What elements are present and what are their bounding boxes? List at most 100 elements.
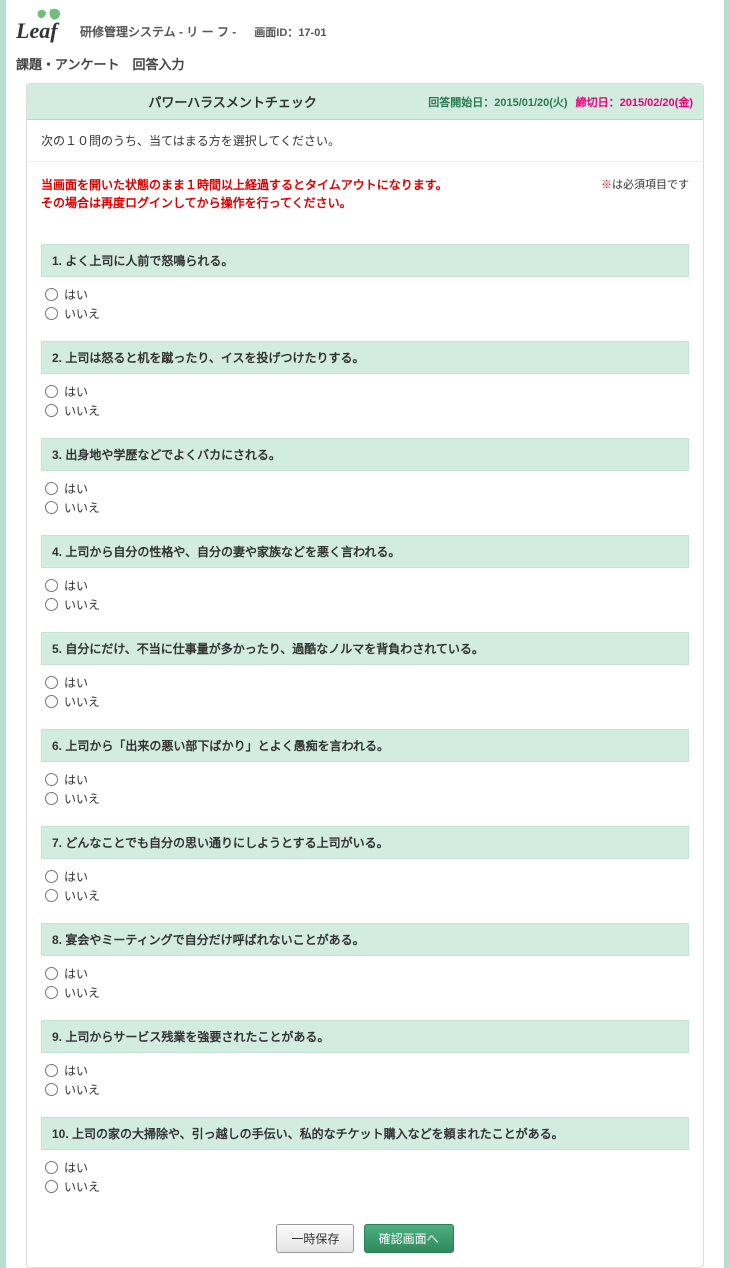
option-label-yes: はい bbox=[64, 1062, 88, 1079]
option-row: いいえ bbox=[45, 692, 685, 711]
header: Leaf 研修管理システム - リ ー フ - 画面ID：17-01 bbox=[6, 0, 724, 48]
question-options: はいいいえ bbox=[41, 374, 689, 420]
question-block: 5. 自分にだけ、不当に仕事量が多かったり、過酷なノルマを背負わされている。はい… bbox=[41, 632, 689, 711]
question-header: 8. 宴会やミーティングで自分だけ呼ばれないことがある。 bbox=[41, 923, 689, 956]
question-block: 3. 出身地や学歴などでよくバカにされる。はいいいえ bbox=[41, 438, 689, 517]
option-row: いいえ bbox=[45, 983, 685, 1002]
option-label-yes: はい bbox=[64, 1159, 88, 1176]
option-radio-yes[interactable] bbox=[45, 385, 58, 398]
question-header: 2. 上司は怒ると机を蹴ったり、イスを投げつけたりする。 bbox=[41, 341, 689, 374]
screen-id: 画面ID：17-01 bbox=[254, 24, 326, 44]
option-row: はい bbox=[45, 382, 685, 401]
content-frame: パワーハラスメントチェック 回答開始日：2015/01/20(火) 締切日：20… bbox=[26, 83, 704, 1268]
option-radio-yes[interactable] bbox=[45, 579, 58, 592]
option-label-yes: はい bbox=[64, 383, 88, 400]
instruction-text: 次の１０問のうち、当てはまる方を選択してください。 bbox=[27, 120, 703, 162]
option-radio-no[interactable] bbox=[45, 695, 58, 708]
option-row: いいえ bbox=[45, 304, 685, 323]
question-options: はいいいえ bbox=[41, 471, 689, 517]
option-radio-no[interactable] bbox=[45, 598, 58, 611]
save-button[interactable]: 一時保存 bbox=[276, 1224, 354, 1253]
question-header: 4. 上司から自分の性格や、自分の妻や家族などを悪く言われる。 bbox=[41, 535, 689, 568]
option-radio-no[interactable] bbox=[45, 1180, 58, 1193]
option-label-yes: はい bbox=[64, 868, 88, 885]
option-row: いいえ bbox=[45, 789, 685, 808]
option-radio-no[interactable] bbox=[45, 986, 58, 999]
option-label-no: いいえ bbox=[64, 402, 100, 419]
option-label-no: いいえ bbox=[64, 790, 100, 807]
option-row: いいえ bbox=[45, 1080, 685, 1099]
option-radio-no[interactable] bbox=[45, 792, 58, 805]
question-block: 10. 上司の家の大掃除や、引っ越しの手伝い、私的なチケット購入などを頼まれたこ… bbox=[41, 1117, 689, 1196]
option-row: いいえ bbox=[45, 498, 685, 517]
option-radio-no[interactable] bbox=[45, 889, 58, 902]
option-radio-yes[interactable] bbox=[45, 1161, 58, 1174]
option-label-no: いいえ bbox=[64, 596, 100, 613]
option-row: はい bbox=[45, 673, 685, 692]
breadcrumb: 課題・アンケート 回答入力 bbox=[6, 48, 724, 83]
question-list: 1. よく上司に人前で怒鳴られる。はいいいえ2. 上司は怒ると机を蹴ったり、イス… bbox=[27, 218, 703, 1196]
option-row: いいえ bbox=[45, 595, 685, 614]
question-header: 5. 自分にだけ、不当に仕事量が多かったり、過酷なノルマを背負わされている。 bbox=[41, 632, 689, 665]
option-radio-yes[interactable] bbox=[45, 482, 58, 495]
option-radio-no[interactable] bbox=[45, 1083, 58, 1096]
option-row: はい bbox=[45, 285, 685, 304]
option-row: はい bbox=[45, 479, 685, 498]
question-options: はいいいえ bbox=[41, 1150, 689, 1196]
option-radio-yes[interactable] bbox=[45, 870, 58, 883]
deadline: 締切日：2015/02/20(金) bbox=[576, 94, 693, 110]
option-label-no: いいえ bbox=[64, 499, 100, 516]
option-label-no: いいえ bbox=[64, 1081, 100, 1098]
required-note-text: は必須項目です bbox=[612, 179, 689, 191]
question-options: はいいいえ bbox=[41, 1053, 689, 1099]
option-row: いいえ bbox=[45, 886, 685, 905]
question-block: 2. 上司は怒ると机を蹴ったり、イスを投げつけたりする。はいいいえ bbox=[41, 341, 689, 420]
button-row: 一時保存 確認画面へ bbox=[27, 1214, 703, 1267]
option-radio-no[interactable] bbox=[45, 404, 58, 417]
timeout-warning-line2: その場合は再度ログインしてから操作を行ってください。 bbox=[41, 196, 352, 210]
question-options: はいいいえ bbox=[41, 277, 689, 323]
option-label-yes: はい bbox=[64, 480, 88, 497]
option-label-yes: はい bbox=[64, 965, 88, 982]
question-block: 4. 上司から自分の性格や、自分の妻や家族などを悪く言われる。はいいいえ bbox=[41, 535, 689, 614]
confirm-button[interactable]: 確認画面へ bbox=[364, 1224, 454, 1253]
question-options: はいいいえ bbox=[41, 568, 689, 614]
question-options: はいいいえ bbox=[41, 859, 689, 905]
question-options: はいいいえ bbox=[41, 762, 689, 808]
question-header: 1. よく上司に人前で怒鳴られる。 bbox=[41, 244, 689, 277]
option-radio-yes[interactable] bbox=[45, 773, 58, 786]
question-options: はいいいえ bbox=[41, 665, 689, 711]
option-label-yes: はい bbox=[64, 771, 88, 788]
option-row: はい bbox=[45, 576, 685, 595]
option-label-yes: はい bbox=[64, 286, 88, 303]
option-row: はい bbox=[45, 1158, 685, 1177]
option-label-yes: はい bbox=[64, 577, 88, 594]
question-header: 7. どんなことでも自分の思い通りにしようとする上司がいる。 bbox=[41, 826, 689, 859]
start-date: 回答開始日：2015/01/20(火) bbox=[428, 94, 567, 110]
question-block: 7. どんなことでも自分の思い通りにしようとする上司がいる。はいいいえ bbox=[41, 826, 689, 905]
question-block: 9. 上司からサービス残業を強要されたことがある。はいいいえ bbox=[41, 1020, 689, 1099]
option-radio-no[interactable] bbox=[45, 501, 58, 514]
svg-text:Leaf: Leaf bbox=[16, 18, 60, 43]
option-radio-no[interactable] bbox=[45, 307, 58, 320]
option-label-yes: はい bbox=[64, 674, 88, 691]
option-radio-yes[interactable] bbox=[45, 676, 58, 689]
title-bar: パワーハラスメントチェック 回答開始日：2015/01/20(火) 締切日：20… bbox=[27, 84, 703, 120]
screen-id-value: 17-01 bbox=[298, 27, 326, 39]
timeout-warning: 当画面を開いた状態のまま１時間以上経過するとタイムアウトになります。 その場合は… bbox=[41, 176, 448, 212]
option-row: いいえ bbox=[45, 401, 685, 420]
question-block: 1. よく上司に人前で怒鳴られる。はいいいえ bbox=[41, 244, 689, 323]
deadline-value: 2015/02/20(金) bbox=[620, 97, 693, 109]
question-block: 6. 上司から「出来の悪い部下ばかり」とよく愚痴を言われる。はいいいえ bbox=[41, 729, 689, 808]
question-header: 3. 出身地や学歴などでよくバカにされる。 bbox=[41, 438, 689, 471]
option-radio-yes[interactable] bbox=[45, 967, 58, 980]
screen-id-label: 画面ID： bbox=[254, 27, 298, 39]
notice-row: 当画面を開いた状態のまま１時間以上経過するとタイムアウトになります。 その場合は… bbox=[27, 162, 703, 218]
option-row: はい bbox=[45, 867, 685, 886]
page-title: パワーハラスメントチェック bbox=[37, 92, 428, 111]
option-row: はい bbox=[45, 770, 685, 789]
timeout-warning-line1: 当画面を開いた状態のまま１時間以上経過するとタイムアウトになります。 bbox=[41, 178, 448, 192]
option-radio-yes[interactable] bbox=[45, 288, 58, 301]
option-radio-yes[interactable] bbox=[45, 1064, 58, 1077]
app-frame: Leaf 研修管理システム - リ ー フ - 画面ID：17-01 課題・アン… bbox=[0, 0, 730, 1268]
